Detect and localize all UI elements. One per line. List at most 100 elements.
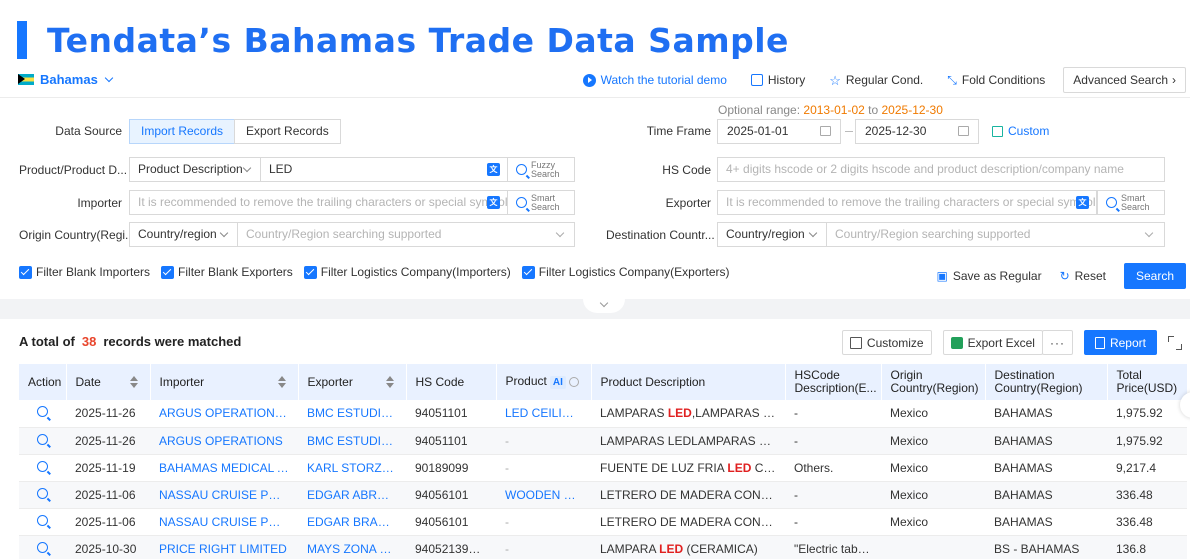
start-date-value: 2025-01-01 (727, 124, 789, 138)
regular-conditions-button[interactable]: ☆ Regular Cond. (829, 73, 923, 87)
table-row[interactable]: 2025-11-06 NASSAU CRUISE PORT EDGAR ABRAHA… (19, 481, 1187, 509)
start-date-input[interactable]: 2025-01-01 (717, 119, 841, 144)
smart-search-label: Smart Search (531, 192, 560, 212)
cell-importer[interactable]: PRICE RIGHT LIMITED (150, 535, 298, 559)
origin-type-select[interactable]: Country/region (129, 222, 237, 247)
export-records-tab[interactable]: Export Records (234, 119, 341, 144)
cell-hscode-description: - (785, 400, 881, 428)
origin-type-value: Country/region (138, 227, 217, 241)
export-excel-button[interactable]: Export Excel (942, 330, 1043, 355)
report-button[interactable]: Report (1083, 330, 1157, 355)
cell-destination-country: BAHAMAS (985, 454, 1107, 482)
exporter-smart-search-button[interactable]: Smart Search (1097, 190, 1165, 215)
fuzzy-search-label: Fuzzy Search (531, 159, 560, 179)
cell-exporter[interactable]: MAYS ZONA LIB... (298, 535, 406, 559)
chevron-down-icon (1144, 228, 1154, 238)
chevron-down-icon (242, 163, 252, 173)
product-type-value: Product Description (138, 162, 243, 176)
results-table: Action Date Importer Exporter HS Code Pr… (19, 364, 1188, 559)
origin-placeholder: Country/Region searching supported (246, 227, 442, 241)
col-total-price: Total Price(USD) (1107, 364, 1188, 400)
row-detail-button[interactable] (19, 508, 66, 536)
col-importer[interactable]: Importer (150, 364, 299, 400)
row-detail-button[interactable] (19, 400, 66, 428)
report-label: Report (1109, 335, 1146, 350)
cell-product[interactable]: - (496, 535, 591, 559)
cell-exporter[interactable]: KARL STORZ EN... (298, 454, 406, 482)
cell-product[interactable]: - (496, 508, 591, 536)
fuzzy-search-button[interactable]: Fuzzy Search (507, 157, 575, 182)
origin-country-label: Origin Country(Regi... (19, 228, 136, 242)
product-input[interactable]: LED (260, 157, 508, 182)
row-detail-button[interactable] (19, 427, 66, 455)
table-row[interactable]: 2025-11-26 ARGUS OPERATIONS LTD BMC ESTUDI… (19, 400, 1187, 428)
col-date[interactable]: Date (66, 364, 151, 400)
fullscreen-icon[interactable] (1168, 335, 1182, 350)
import-records-tab[interactable]: Import Records (129, 119, 236, 144)
fold-conditions-button[interactable]: ⤡ Fold Conditions (947, 73, 1045, 88)
cell-product[interactable]: - (496, 454, 591, 482)
row-detail-button[interactable] (19, 535, 66, 559)
info-icon[interactable] (568, 376, 579, 387)
destination-placeholder: Country/Region searching supported (835, 227, 1031, 241)
row-detail-button[interactable] (19, 481, 66, 509)
hs-code-input[interactable]: 4+ digits hscode or 2 digits hscode and … (717, 157, 1165, 182)
cell-hs-code: 94056101 (406, 508, 496, 536)
history-button[interactable]: History (750, 73, 806, 87)
translate-icon[interactable]: 文 (487, 163, 500, 176)
search-button[interactable]: Search (1124, 263, 1186, 289)
exporter-placeholder: It is recommended to remove the trailing… (726, 195, 1097, 209)
end-date-input[interactable]: 2025-12-30 (855, 119, 979, 144)
reset-icon: ↻ (1059, 269, 1070, 283)
export-label: Export Excel (967, 335, 1035, 350)
col-exporter[interactable]: Exporter (298, 364, 407, 400)
importer-input[interactable]: It is recommended to remove the trailing… (129, 190, 508, 215)
cell-importer[interactable]: ARGUS OPERATIONS (150, 427, 298, 455)
custom-range-button[interactable]: Custom (992, 124, 1049, 138)
country-selector[interactable]: Bahamas (18, 72, 114, 87)
desc-text: LETRERO DE MADERA CON LUZ (600, 487, 785, 502)
history-icon (750, 74, 763, 86)
cell-product[interactable]: - (496, 427, 591, 455)
search-icon (37, 406, 48, 418)
save-as-regular-button[interactable]: ▣ Save as Regular (937, 269, 1042, 283)
filter-blank-exporters[interactable]: Filter Blank Exporters (161, 265, 293, 279)
page-title: Tendata’s Bahamas Trade Data Sample (47, 20, 789, 60)
translate-icon[interactable]: 文 (1076, 196, 1089, 209)
history-label: History (767, 73, 806, 87)
cell-date: 2025-11-06 (66, 508, 150, 536)
destination-country-input[interactable]: Country/Region searching supported (826, 222, 1165, 247)
cell-importer[interactable]: ARGUS OPERATIONS LTD (150, 400, 298, 428)
cell-importer[interactable]: NASSAU CRUISE PORT (150, 481, 298, 509)
more-button[interactable]: ··· (1041, 330, 1073, 355)
destination-type-select[interactable]: Country/region (717, 222, 826, 247)
filter-logistics-exporters[interactable]: Filter Logistics Company(Exporters) (521, 265, 730, 279)
origin-country-input[interactable]: Country/Region searching supported (237, 222, 575, 247)
reset-button[interactable]: ↻ Reset (1060, 269, 1106, 283)
row-detail-button[interactable] (19, 454, 66, 482)
cell-importer[interactable]: NASSAU CRUISE PORT (150, 508, 298, 536)
advanced-search-button[interactable]: Advanced Search › (1063, 67, 1186, 93)
cell-importer[interactable]: BAHAMAS MEDICAL AND... (150, 454, 298, 482)
table-row[interactable]: 2025-11-19 BAHAMAS MEDICAL AND... KARL STO… (19, 454, 1187, 482)
cell-exporter[interactable]: BMC ESTUDIO A... (298, 400, 406, 428)
cell-total-price: 1,975.92 (1107, 400, 1187, 428)
tutorial-label: Watch the tutorial demo (600, 73, 727, 87)
customize-button[interactable]: Customize (841, 330, 932, 355)
exporter-input[interactable]: It is recommended to remove the trailing… (717, 190, 1097, 215)
cell-exporter[interactable]: EDGAR BRAHAM... (298, 508, 406, 536)
tutorial-link[interactable]: Watch the tutorial demo (582, 73, 727, 87)
table-row[interactable]: 2025-11-06 NASSAU CRUISE PORT EDGAR BRAHAM… (19, 508, 1187, 536)
filter-blank-importers[interactable]: Filter Blank Importers (19, 265, 150, 279)
cell-origin-country (881, 535, 985, 559)
product-type-select[interactable]: Product Description (129, 157, 260, 182)
translate-icon[interactable]: 文 (487, 196, 500, 209)
cell-product[interactable]: WOODEN SIG... (496, 481, 591, 509)
importer-smart-search-button[interactable]: Smart Search (507, 190, 575, 215)
cell-exporter[interactable]: BMC ESTUDIO A... (298, 427, 406, 455)
table-row[interactable]: 2025-11-26 ARGUS OPERATIONS BMC ESTUDIO A.… (19, 427, 1187, 455)
cell-product[interactable]: LED CEILING ... (496, 400, 591, 428)
cell-exporter[interactable]: EDGAR ABRAHA... (298, 481, 406, 509)
table-row[interactable]: 2025-10-30 PRICE RIGHT LIMITED MAYS ZONA L… (19, 535, 1187, 559)
filter-logistics-importers[interactable]: Filter Logistics Company(Importers) (303, 265, 511, 279)
